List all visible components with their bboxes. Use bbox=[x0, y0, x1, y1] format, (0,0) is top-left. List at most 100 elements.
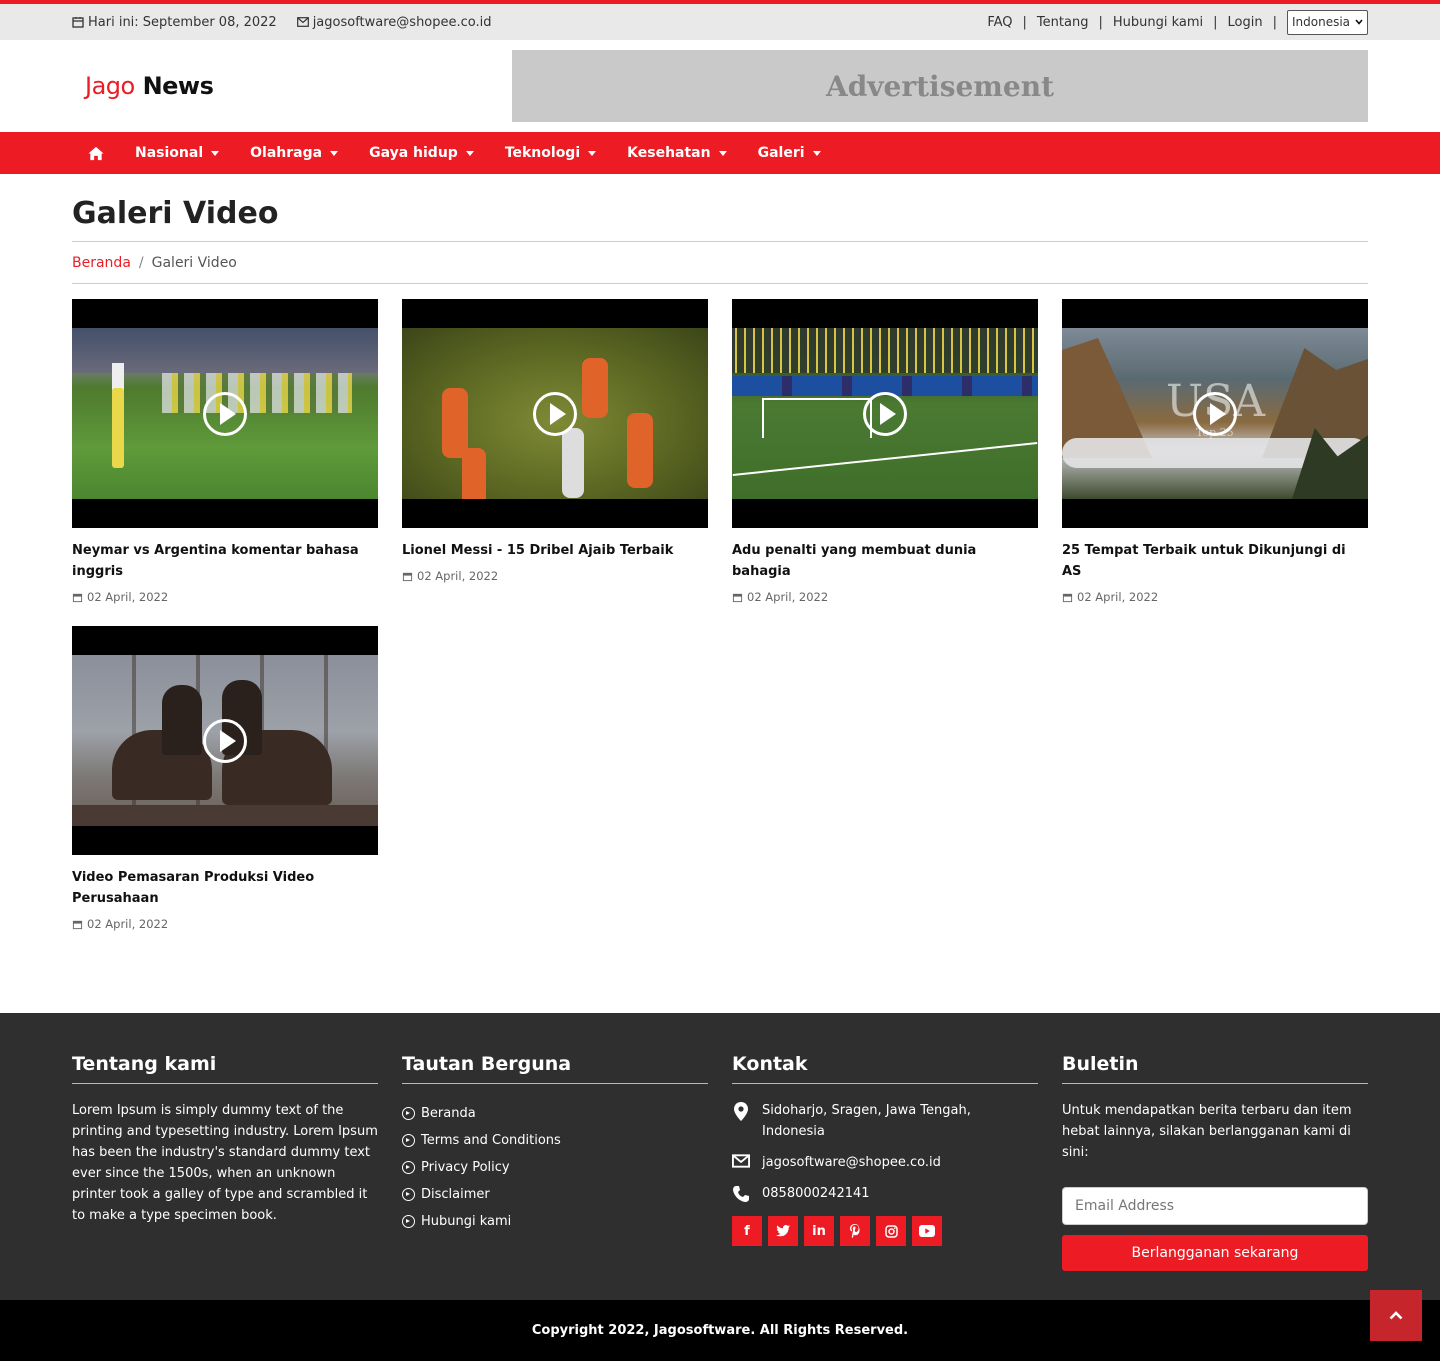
video-date: 02 April, 2022 bbox=[72, 590, 378, 604]
video-date-label: 02 April, 2022 bbox=[1077, 590, 1159, 604]
top-bar: Hari ini: September 08, 2022 jagosoftwar… bbox=[0, 0, 1440, 40]
top-email[interactable]: jagosoftware@shopee.co.id bbox=[296, 15, 492, 30]
copyright-bar: Copyright 2022, Jagosoftware. All Rights… bbox=[0, 1300, 1440, 1361]
contact-email[interactable]: jagosoftware@shopee.co.id bbox=[732, 1152, 1038, 1173]
nav-item-olahraga[interactable]: Olahraga bbox=[250, 145, 339, 161]
video-thumbnail[interactable] bbox=[72, 626, 378, 855]
nav-item-label: Galeri bbox=[757, 145, 805, 161]
caret-down-icon bbox=[330, 150, 339, 156]
main-nav: Nasional Olahraga Gaya hidup Teknologi K… bbox=[0, 132, 1440, 174]
envelope-icon bbox=[732, 1154, 750, 1168]
video-thumbnail[interactable] bbox=[732, 299, 1038, 528]
footer-newsletter-heading: Buletin bbox=[1062, 1053, 1368, 1084]
breadcrumb-separator: / bbox=[138, 254, 144, 271]
play-icon bbox=[203, 391, 247, 436]
footer-link-disclaimer[interactable]: Disclaimer bbox=[402, 1181, 708, 1208]
youtube-icon[interactable] bbox=[912, 1216, 942, 1246]
nav-item-gaya-hidup[interactable]: Gaya hidup bbox=[369, 145, 474, 161]
separator: | bbox=[1272, 14, 1277, 30]
video-thumbnail[interactable] bbox=[72, 299, 378, 528]
footer-link-label: Beranda bbox=[421, 1106, 476, 1121]
video-date-label: 02 April, 2022 bbox=[87, 917, 169, 931]
arrow-circle-right-icon bbox=[402, 1161, 415, 1174]
pinterest-icon[interactable] bbox=[840, 1216, 870, 1246]
caret-down-icon bbox=[588, 150, 597, 156]
site-footer: Tentang kami Lorem Ipsum is simply dummy… bbox=[0, 1013, 1440, 1300]
chevron-down-icon bbox=[1355, 19, 1363, 25]
breadcrumb: Beranda / Galeri Video bbox=[72, 242, 1368, 284]
calendar-icon bbox=[732, 593, 743, 602]
video-date-label: 02 April, 2022 bbox=[747, 590, 829, 604]
home-button[interactable] bbox=[72, 132, 104, 174]
play-icon bbox=[863, 391, 907, 436]
advertisement-banner[interactable]: Advertisement bbox=[512, 50, 1368, 122]
footer-newsletter-text: Untuk mendapatkan berita terbaru dan ite… bbox=[1062, 1103, 1352, 1160]
nav-item-nasional[interactable]: Nasional bbox=[135, 145, 220, 161]
arrow-circle-right-icon bbox=[402, 1107, 415, 1120]
subscribe-button[interactable]: Berlangganan sekarang bbox=[1062, 1235, 1368, 1271]
video-thumbnail[interactable] bbox=[402, 299, 708, 528]
caret-down-icon bbox=[812, 150, 821, 156]
footer-link-contact[interactable]: Hubungi kami bbox=[402, 1208, 708, 1235]
site-logo[interactable]: Jago News bbox=[72, 72, 214, 100]
video-grid: Neymar vs Argentina komentar bahasa ingg… bbox=[72, 299, 1368, 953]
video-title[interactable]: Neymar vs Argentina komentar bahasa ingg… bbox=[72, 540, 378, 582]
footer-link-privacy[interactable]: Privacy Policy bbox=[402, 1154, 708, 1181]
nav-item-label: Olahraga bbox=[250, 145, 323, 161]
contact-phone-text: 0858000242141 bbox=[762, 1186, 870, 1201]
arrow-circle-right-icon bbox=[402, 1188, 415, 1201]
about-link[interactable]: Tentang bbox=[1037, 15, 1089, 30]
logo-part-2: News bbox=[142, 72, 214, 100]
separator: | bbox=[1098, 14, 1103, 30]
separator: | bbox=[1022, 14, 1027, 30]
back-to-top-button[interactable] bbox=[1370, 1290, 1422, 1341]
today-date-label: Hari ini: September 08, 2022 bbox=[88, 14, 277, 30]
footer-link-label: Terms and Conditions bbox=[421, 1133, 561, 1148]
arrow-circle-right-icon bbox=[402, 1134, 415, 1147]
nav-item-label: Kesehatan bbox=[627, 145, 711, 161]
video-card: USA Top 25 25 Tempat Terbaik untuk Dikun… bbox=[1062, 299, 1368, 604]
caret-down-icon bbox=[465, 150, 474, 156]
caret-down-icon bbox=[718, 150, 727, 156]
contact-phone[interactable]: 0858000242141 bbox=[732, 1183, 1038, 1204]
video-title[interactable]: Video Pemasaran Produksi Video Perusahaa… bbox=[72, 867, 378, 909]
breadcrumb-current: Galeri Video bbox=[151, 254, 237, 271]
video-card: Adu penalti yang membuat dunia bahagia 0… bbox=[732, 299, 1038, 604]
language-select[interactable]: Indonesia bbox=[1287, 9, 1368, 35]
login-link[interactable]: Login bbox=[1228, 15, 1263, 30]
video-date-label: 02 April, 2022 bbox=[417, 569, 499, 583]
footer-about-heading: Tentang kami bbox=[72, 1053, 378, 1084]
footer-about-text: Lorem Ipsum is simply dummy text of the … bbox=[72, 1103, 378, 1223]
video-title[interactable]: Lionel Messi - 15 Dribel Ajaib Terbaik bbox=[402, 540, 708, 561]
breadcrumb-home[interactable]: Beranda bbox=[72, 255, 131, 271]
video-card: Lionel Messi - 15 Dribel Ajaib Terbaik 0… bbox=[402, 299, 708, 604]
play-icon bbox=[203, 718, 247, 763]
nav-item-kesehatan[interactable]: Kesehatan bbox=[627, 145, 727, 161]
nav-item-label: Teknologi bbox=[504, 145, 581, 161]
nav-item-galeri[interactable]: Galeri bbox=[758, 145, 821, 161]
footer-link-terms[interactable]: Terms and Conditions bbox=[402, 1127, 708, 1154]
footer-link-beranda[interactable]: Beranda bbox=[402, 1100, 708, 1127]
twitter-icon[interactable] bbox=[768, 1216, 798, 1246]
calendar-icon bbox=[72, 17, 84, 28]
instagram-icon[interactable] bbox=[876, 1216, 906, 1246]
contact-email-text: jagosoftware@shopee.co.id bbox=[762, 1155, 941, 1170]
main-content: Galeri Video Beranda / Galeri Video Neym… bbox=[72, 174, 1368, 953]
arrow-circle-right-icon bbox=[402, 1215, 415, 1228]
contact-link[interactable]: Hubungi kami bbox=[1113, 15, 1203, 30]
play-icon bbox=[1193, 391, 1237, 436]
language-selected: Indonesia bbox=[1292, 15, 1351, 29]
nav-item-label: Gaya hidup bbox=[369, 145, 458, 161]
newsletter-email-input[interactable]: Email Address bbox=[1062, 1187, 1368, 1225]
video-thumbnail[interactable]: USA Top 25 bbox=[1062, 299, 1368, 528]
social-links: f in bbox=[732, 1216, 1038, 1246]
linkedin-icon[interactable]: in bbox=[804, 1216, 834, 1246]
faq-link[interactable]: FAQ bbox=[987, 15, 1012, 30]
footer-contact: Kontak Sidoharjo, Sragen, Jawa Tengah, I… bbox=[732, 1053, 1038, 1271]
video-title[interactable]: 25 Tempat Terbaik untuk Dikunjungi di AS bbox=[1062, 540, 1368, 582]
video-title[interactable]: Adu penalti yang membuat dunia bahagia bbox=[732, 540, 1038, 582]
nav-item-teknologi[interactable]: Teknologi bbox=[504, 145, 597, 161]
facebook-icon[interactable]: f bbox=[732, 1216, 762, 1246]
footer-newsletter: Buletin Untuk mendapatkan berita terbaru… bbox=[1062, 1053, 1368, 1271]
map-marker-icon bbox=[734, 1102, 748, 1121]
